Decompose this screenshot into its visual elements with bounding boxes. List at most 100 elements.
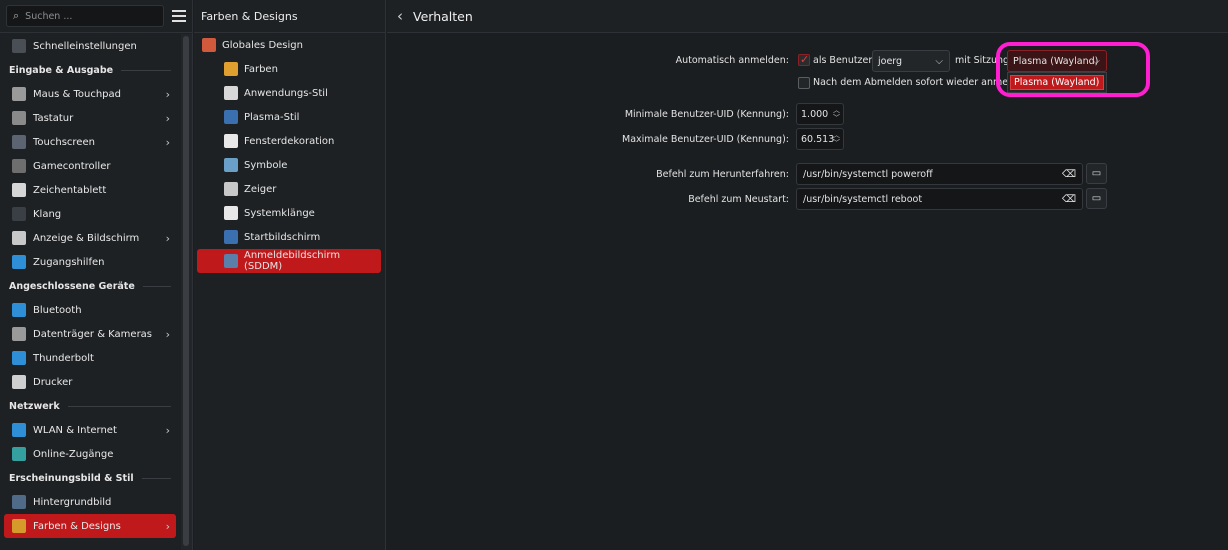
subcategory-item-label: Startbildschirm: [244, 231, 321, 243]
mouse-icon: [12, 87, 26, 101]
quick-settings-icon: [12, 39, 26, 53]
sidebar-item-label: Bluetooth: [33, 304, 82, 316]
relogin-checkbox[interactable]: [798, 77, 810, 89]
sidebar-item[interactable]: Thunderbolt: [4, 346, 176, 370]
max-uid-spinbox[interactable]: 60.513 ︿ ﹀: [796, 128, 844, 150]
clear-icon[interactable]: ⌫: [1062, 194, 1076, 205]
cursor-icon: [224, 182, 238, 196]
accessibility-icon: [12, 255, 26, 269]
sidebar-item-label: Gamecontroller: [33, 160, 111, 172]
subcategory-item-label: Anwendungs-Stil: [244, 87, 328, 99]
shutdown-label: Befehl zum Herunterfahren:: [656, 169, 789, 180]
subcategory-item-label: Symbole: [244, 159, 288, 171]
sidebar-item[interactable]: Farben & Designs ›: [4, 514, 176, 538]
divider: [121, 69, 171, 71]
section-label: Eingabe & Ausgabe: [9, 64, 114, 76]
section-label: Erscheinungsbild & Stil: [9, 472, 134, 484]
subcategory-list: Globales Design Farben Anwendungs-Stil Plas…: [194, 33, 385, 273]
search-placeholder: Suchen ...: [25, 10, 73, 22]
spin-arrows-icon[interactable]: ︿ ﹀: [833, 106, 840, 122]
palette-icon: [12, 519, 26, 533]
hamburger-menu-icon[interactable]: [172, 10, 186, 22]
subcategory-panel: Farben & Designs Globales Design Farben An…: [194, 0, 386, 550]
autologin-checkbox[interactable]: [798, 53, 810, 66]
back-chevron-icon[interactable]: ‹: [397, 7, 403, 25]
sidebar-section-header: Erscheinungsbild & Stil: [0, 466, 181, 490]
sidebar-item[interactable]: Maus & Touchpad ›: [4, 82, 176, 106]
sidebar-item-label: Klang: [33, 208, 62, 220]
subcategory-item-label: Anmeldebildschirm (SDDM): [244, 250, 341, 272]
divider: [142, 285, 171, 287]
sidebar-section-header: Eingabe & Ausgabe: [0, 58, 181, 82]
sidebar: ⌕ Suchen ... Schnelleinstellungen Eingabe…: [0, 0, 193, 550]
sidebar-item-label: Farben & Designs: [33, 520, 121, 532]
sidebar-item[interactable]: Tastatur ›: [4, 106, 176, 130]
sidebar-item[interactable]: Drucker: [4, 370, 176, 394]
sidebar-item[interactable]: Gamecontroller: [4, 154, 176, 178]
chevron-right-icon: ›: [165, 111, 170, 125]
min-uid-value: 1.000: [801, 108, 829, 120]
network-icon: [12, 423, 26, 437]
sidebar-item[interactable]: Datenträger & Kameras ›: [4, 322, 176, 346]
sidebar-item[interactable]: Schnelleinstellungen: [4, 34, 176, 58]
max-uid-value: 60.513: [801, 133, 835, 145]
sidebar-item[interactable]: Online-Zugänge: [4, 442, 176, 466]
sidebar-scrollbar[interactable]: [181, 34, 192, 550]
subcategory-item[interactable]: Startbildschirm: [197, 225, 381, 249]
display-icon: [12, 231, 26, 245]
shutdown-command-value: /usr/bin/systemctl poweroff: [803, 168, 933, 180]
section-label: Angeschlossene Geräte: [9, 280, 135, 292]
scrollbar-thumb[interactable]: [183, 36, 189, 546]
subcategory-item[interactable]: Globales Design: [197, 33, 381, 57]
subcategory-title: Farben & Designs: [194, 0, 385, 33]
sidebar-item[interactable]: Bluetooth: [4, 298, 176, 322]
splash-icon: [224, 230, 238, 244]
sidebar-item-label: Schnelleinstellungen: [33, 40, 137, 52]
folder-icon[interactable]: ▭: [1086, 188, 1107, 209]
sidebar-item[interactable]: Hintergrundbild: [4, 490, 176, 514]
sidebar-item[interactable]: Anzeige & Bildschirm ›: [4, 226, 176, 250]
colors-icon: [224, 62, 238, 76]
divider: [141, 477, 171, 479]
sidebar-item-label: Hintergrundbild: [33, 496, 112, 508]
sidebar-item-label: Zugangshilfen: [33, 256, 105, 268]
folder-icon[interactable]: ▭: [1086, 163, 1107, 184]
sidebar-item[interactable]: Zugangshilfen: [4, 250, 176, 274]
subcategory-item[interactable]: Zeiger: [197, 177, 381, 201]
subcategory-item-label: Globales Design: [222, 39, 303, 51]
sidebar-item[interactable]: Zeichentablett: [4, 178, 176, 202]
sidebar-item-label: Maus & Touchpad: [33, 88, 121, 100]
tablet-icon: [12, 183, 26, 197]
gamepad-icon: [12, 159, 26, 173]
clear-icon[interactable]: ⌫: [1062, 169, 1076, 180]
user-combobox[interactable]: joerg ⌵: [872, 50, 950, 72]
min-uid-spinbox[interactable]: 1.000 ︿ ﹀: [796, 103, 844, 125]
subcategory-item[interactable]: Anwendungs-Stil: [197, 81, 381, 105]
keyboard-icon: [12, 111, 26, 125]
spin-arrows-icon[interactable]: ︿ ﹀: [833, 131, 840, 147]
search-input[interactable]: ⌕ Suchen ...: [6, 5, 165, 27]
global-theme-icon: [202, 38, 216, 52]
page-title: Verhalten: [413, 8, 473, 24]
subcategory-item-label: Systemklänge: [244, 207, 315, 219]
user-value: joerg: [878, 55, 903, 67]
printer-icon: [12, 375, 26, 389]
search-icon: ⌕: [13, 9, 20, 22]
subcategory-item[interactable]: Symbole: [197, 153, 381, 177]
shutdown-command-input[interactable]: /usr/bin/systemctl poweroff ⌫: [796, 163, 1083, 185]
sidebar-item-label: Touchscreen: [33, 136, 95, 148]
sidebar-section-header: Netzwerk: [0, 394, 181, 418]
chevron-right-icon: ›: [165, 87, 170, 101]
reboot-command-input[interactable]: /usr/bin/systemctl reboot ⌫: [796, 188, 1083, 210]
sidebar-item[interactable]: Klang: [4, 202, 176, 226]
sidebar-item[interactable]: Touchscreen ›: [4, 130, 176, 154]
subcategory-item[interactable]: Systemklänge: [197, 201, 381, 225]
chevron-right-icon: ›: [165, 327, 170, 341]
subcategory-item[interactable]: Fensterdekoration: [197, 129, 381, 153]
sidebar-item-label: Zeichentablett: [33, 184, 107, 196]
subcategory-item[interactable]: Anmeldebildschirm (SDDM): [197, 249, 381, 273]
subcategory-item[interactable]: Plasma-Stil: [197, 105, 381, 129]
sidebar-item[interactable]: WLAN & Internet ›: [4, 418, 176, 442]
section-label: Netzwerk: [9, 400, 60, 412]
subcategory-item[interactable]: Farben: [197, 57, 381, 81]
